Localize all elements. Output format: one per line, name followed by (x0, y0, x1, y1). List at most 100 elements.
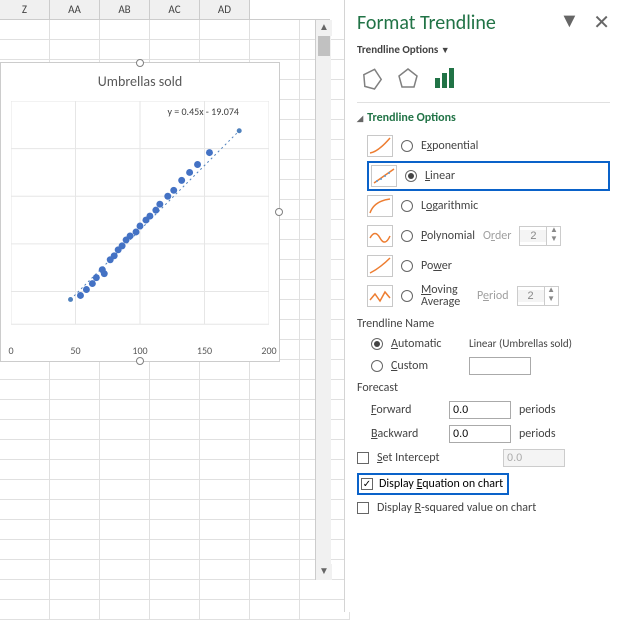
scroll-up-arrow[interactable]: ▲ (316, 20, 332, 36)
cell[interactable] (0, 440, 50, 460)
cell[interactable] (250, 20, 300, 40)
cell[interactable] (0, 580, 50, 600)
chart-plot-area[interactable]: y = 0.45x - 19.074 0 50 100 150 200 (11, 101, 269, 341)
cell[interactable] (200, 420, 250, 440)
cell[interactable] (200, 520, 250, 540)
cell[interactable] (0, 480, 50, 500)
radio-logarithmic[interactable] (401, 200, 413, 212)
cell[interactable] (50, 580, 100, 600)
cell[interactable] (0, 400, 50, 420)
radio-polynomial[interactable] (401, 230, 413, 242)
cell[interactable] (150, 360, 200, 380)
radio-custom[interactable] (371, 360, 383, 372)
cell[interactable] (150, 520, 200, 540)
pane-subtitle[interactable]: Trendline Options ▼ (357, 43, 610, 56)
cell[interactable] (150, 480, 200, 500)
col-header[interactable]: AB (100, 0, 150, 19)
cell[interactable] (250, 580, 300, 600)
cell[interactable] (100, 380, 150, 400)
cell[interactable] (150, 500, 200, 520)
cell[interactable] (300, 580, 350, 600)
cell[interactable] (250, 380, 300, 400)
cell[interactable] (100, 480, 150, 500)
cell[interactable] (150, 540, 200, 560)
cell[interactable] (50, 520, 100, 540)
cell[interactable] (100, 540, 150, 560)
cell[interactable] (50, 400, 100, 420)
cell[interactable] (50, 560, 100, 580)
cell[interactable] (150, 400, 200, 420)
cell[interactable] (100, 600, 150, 620)
cell[interactable] (250, 400, 300, 420)
task-pane-options-icon[interactable]: ▼ (559, 10, 579, 35)
cell[interactable] (250, 520, 300, 540)
cell[interactable] (50, 600, 100, 620)
checkbox-display-r2[interactable] (357, 502, 369, 514)
cell[interactable] (100, 400, 150, 420)
cell[interactable] (0, 380, 50, 400)
cell[interactable] (250, 440, 300, 460)
vertical-scrollbar[interactable]: ▲ ▼ (315, 20, 331, 580)
cell[interactable] (200, 460, 250, 480)
cell[interactable] (50, 480, 100, 500)
radio-power[interactable] (401, 260, 413, 272)
cell[interactable] (150, 460, 200, 480)
resize-handle-right[interactable] (275, 208, 283, 216)
cell[interactable] (100, 580, 150, 600)
cell[interactable] (250, 480, 300, 500)
cell[interactable] (0, 460, 50, 480)
cell[interactable] (50, 40, 100, 60)
cell[interactable] (150, 420, 200, 440)
cell[interactable] (50, 20, 100, 40)
cell[interactable] (150, 600, 200, 620)
cell[interactable] (150, 560, 200, 580)
cell[interactable] (100, 460, 150, 480)
col-header[interactable]: AD (200, 0, 250, 19)
resize-handle-top[interactable] (136, 59, 144, 67)
cell[interactable] (100, 440, 150, 460)
cell[interactable] (100, 500, 150, 520)
cell[interactable] (200, 580, 250, 600)
resize-handle-bottom[interactable] (136, 357, 144, 365)
cell[interactable] (250, 540, 300, 560)
custom-name-input[interactable] (469, 357, 531, 375)
cell[interactable] (150, 40, 200, 60)
cell[interactable] (0, 360, 50, 380)
cell[interactable] (250, 600, 300, 620)
cell[interactable] (0, 540, 50, 560)
cell[interactable] (100, 420, 150, 440)
radio-exponential[interactable] (401, 140, 413, 152)
cell[interactable] (50, 500, 100, 520)
cell[interactable] (250, 560, 300, 580)
cell[interactable] (200, 440, 250, 460)
chart-title[interactable]: Umbrellas sold (1, 63, 279, 94)
cell[interactable] (250, 460, 300, 480)
cell[interactable] (200, 560, 250, 580)
checkbox-set-intercept[interactable] (357, 452, 369, 464)
trendline-equation[interactable]: y = 0.45x - 19.074 (167, 105, 239, 118)
cell[interactable] (100, 520, 150, 540)
checkbox-display-equation[interactable]: ✓ (361, 478, 373, 490)
cell[interactable] (50, 440, 100, 460)
cell[interactable] (50, 360, 100, 380)
cell[interactable] (0, 600, 50, 620)
forward-input[interactable] (449, 401, 511, 419)
effects-tab-icon[interactable] (397, 68, 419, 90)
cell[interactable] (0, 560, 50, 580)
cell[interactable] (50, 540, 100, 560)
cell[interactable] (100, 40, 150, 60)
cell[interactable] (200, 360, 250, 380)
radio-automatic[interactable] (371, 338, 383, 350)
cell[interactable] (0, 500, 50, 520)
cell[interactable] (0, 520, 50, 540)
cell[interactable] (0, 420, 50, 440)
cell[interactable] (200, 600, 250, 620)
trendline-options-tab-icon[interactable] (433, 68, 455, 90)
section-trendline-options[interactable]: Trendline Options (357, 111, 610, 125)
cell[interactable] (100, 20, 150, 40)
cell[interactable] (200, 40, 250, 60)
fill-line-tab-icon[interactable] (361, 68, 383, 90)
backward-input[interactable] (449, 425, 511, 443)
chart-object[interactable]: Umbrellas sold (0, 62, 280, 362)
cell[interactable] (300, 600, 350, 620)
